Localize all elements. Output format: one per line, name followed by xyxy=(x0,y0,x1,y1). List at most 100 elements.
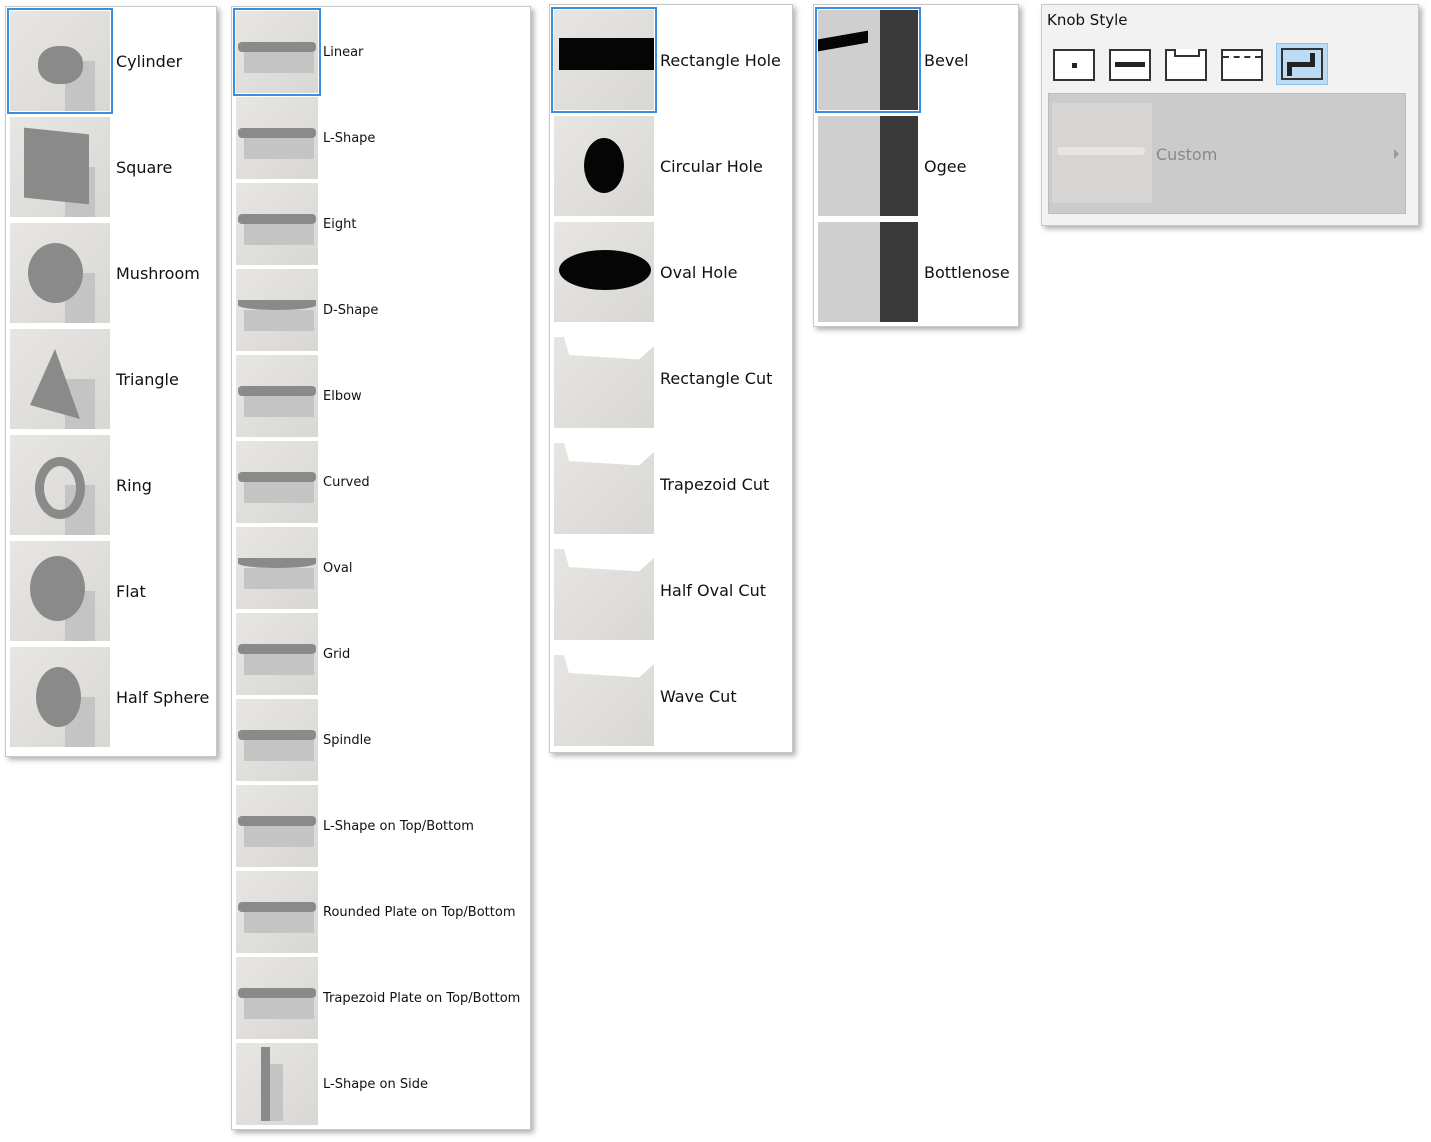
linear-thumbnail-icon xyxy=(233,8,321,96)
option-ring[interactable]: Ring xyxy=(10,435,152,535)
ogee-thumbnail-icon xyxy=(818,116,918,216)
option-label: Eight xyxy=(323,216,357,232)
option-label: Square xyxy=(116,157,173,177)
option-label: L-Shape xyxy=(323,130,376,146)
option-label: L-Shape on Top/Bottom xyxy=(323,818,474,834)
l-shape-thumbnail-icon xyxy=(236,97,318,179)
option-oval[interactable]: Oval xyxy=(236,527,353,609)
option-half-sphere[interactable]: Half Sphere xyxy=(10,647,209,747)
option-cylinder[interactable]: Cylinder xyxy=(7,8,183,114)
option-label: Grid xyxy=(323,646,351,662)
option-rectangle-hole[interactable]: Rectangle Hole xyxy=(551,7,781,113)
option-eight[interactable]: Eight xyxy=(236,183,356,265)
option-grid[interactable]: Grid xyxy=(236,613,350,695)
option-circular-hole[interactable]: Circular Hole xyxy=(554,116,763,216)
custom-style-item[interactable]: Custom xyxy=(1048,93,1406,214)
rectangle-hole-thumbnail-icon xyxy=(551,7,657,113)
rectangle-cut-thumbnail-icon xyxy=(554,328,654,428)
option-oval-hole[interactable]: Oval Hole xyxy=(554,222,738,322)
custom-profile-icon xyxy=(1281,48,1323,80)
option-l-shape[interactable]: L-Shape xyxy=(236,97,375,179)
option-spindle[interactable]: Spindle xyxy=(236,699,371,781)
edge-profile-list: Bevel Ogee Bottlenose xyxy=(813,4,1019,327)
knob-style-handle-button[interactable] xyxy=(1108,47,1152,83)
bevel-thumbnail-icon xyxy=(815,7,921,113)
option-label: Half Sphere xyxy=(116,687,210,707)
cut-shape-list: Rectangle Hole Circular Hole Oval Hole Rect… xyxy=(549,4,793,753)
option-bottlenose[interactable]: Bottlenose xyxy=(818,222,1010,322)
elbow-thumbnail-icon xyxy=(236,355,318,437)
option-ogee[interactable]: Ogee xyxy=(818,116,966,216)
option-square[interactable]: Square xyxy=(10,117,172,217)
option-label: D-Shape xyxy=(323,302,379,318)
option-label: Mushroom xyxy=(116,263,200,283)
knob-style-knob-button[interactable] xyxy=(1052,47,1096,83)
option-label: Spindle xyxy=(323,732,372,748)
option-label: Elbow xyxy=(323,388,362,404)
custom-label: Custom xyxy=(1156,145,1218,164)
chevron-right-icon xyxy=(1394,149,1399,159)
custom-handle-thumbnail xyxy=(1052,103,1152,203)
option-label: Cylinder xyxy=(116,51,183,71)
option-curved[interactable]: Curved xyxy=(236,441,370,523)
wave-cut-thumbnail-icon xyxy=(554,646,654,746)
option-label: Trapezoid Cut xyxy=(660,474,770,494)
option-linear[interactable]: Linear xyxy=(233,8,363,96)
option-label: Oval Hole xyxy=(660,262,738,282)
option-label: Ring xyxy=(116,475,152,495)
cylinder-thumbnail-icon xyxy=(7,8,113,114)
spindle-thumbnail-icon xyxy=(236,699,318,781)
option-label: Rectangle Cut xyxy=(660,368,773,388)
l-shape-on-side-thumbnail-icon xyxy=(236,1043,318,1125)
option-elbow[interactable]: Elbow xyxy=(236,355,362,437)
knob-shape-list: Cylinder Square Mushroom Triangle Ring Flat Ha… xyxy=(5,6,217,757)
option-label: Wave Cut xyxy=(660,686,737,706)
option-label: Ogee xyxy=(924,156,967,176)
option-label: Bevel xyxy=(924,50,969,70)
flat-thumbnail-icon xyxy=(10,541,110,641)
option-bevel[interactable]: Bevel xyxy=(815,7,969,113)
option-rounded-plate-on-top-bottom[interactable]: Rounded Plate on Top/Bottom xyxy=(236,871,516,953)
handle-shape-list: Linear L-Shape Eight D-Shape Elbow Curved Oval… xyxy=(231,6,531,1130)
option-triangle[interactable]: Triangle xyxy=(10,329,179,429)
circular-hole-thumbnail-icon xyxy=(554,116,654,216)
bottlenose-thumbnail-icon xyxy=(818,222,918,322)
option-l-shape-on-top-bottom[interactable]: L-Shape on Top/Bottom xyxy=(236,785,474,867)
option-label: Circular Hole xyxy=(660,156,763,176)
cut-icon xyxy=(1165,49,1207,81)
grid-thumbnail-icon xyxy=(236,613,318,695)
option-label: Rounded Plate on Top/Bottom xyxy=(323,904,516,920)
edge-icon xyxy=(1221,49,1263,81)
triangle-thumbnail-icon xyxy=(10,329,110,429)
option-trapezoid-plate-on-top-bottom[interactable]: Trapezoid Plate on Top/Bottom xyxy=(236,957,520,1039)
option-mushroom[interactable]: Mushroom xyxy=(10,223,200,323)
knob-style-edge-button[interactable] xyxy=(1220,47,1264,83)
oval-thumbnail-icon xyxy=(236,527,318,609)
mushroom-thumbnail-icon xyxy=(10,223,110,323)
option-rectangle-cut[interactable]: Rectangle Cut xyxy=(554,328,772,428)
l-shape-on-top-bottom-thumbnail-icon xyxy=(236,785,318,867)
option-trapezoid-cut[interactable]: Trapezoid Cut xyxy=(554,434,769,534)
option-label: Curved xyxy=(323,474,370,490)
knob-icon xyxy=(1053,49,1095,81)
option-l-shape-on-side[interactable]: L-Shape on Side xyxy=(236,1043,428,1125)
option-half-oval-cut[interactable]: Half Oval Cut xyxy=(554,540,766,640)
curved-thumbnail-icon xyxy=(236,441,318,523)
ring-thumbnail-icon xyxy=(10,435,110,535)
square-thumbnail-icon xyxy=(10,117,110,217)
eight-thumbnail-icon xyxy=(236,183,318,265)
option-label: Flat xyxy=(116,581,146,601)
handle-icon xyxy=(1109,49,1151,81)
knob-style-panel: Knob Style Custom xyxy=(1041,4,1419,226)
oval-hole-thumbnail-icon xyxy=(554,222,654,322)
d-shape-thumbnail-icon xyxy=(236,269,318,351)
option-flat[interactable]: Flat xyxy=(10,541,146,641)
option-d-shape[interactable]: D-Shape xyxy=(236,269,378,351)
option-label: Oval xyxy=(323,560,353,576)
rounded-plate-on-top-bottom-thumbnail-icon xyxy=(236,871,318,953)
trapezoid-cut-thumbnail-icon xyxy=(554,434,654,534)
option-label: Triangle xyxy=(116,369,179,389)
option-wave-cut[interactable]: Wave Cut xyxy=(554,646,737,746)
knob-style-cut-button[interactable] xyxy=(1164,47,1208,83)
knob-style-custom-button[interactable] xyxy=(1276,43,1328,85)
